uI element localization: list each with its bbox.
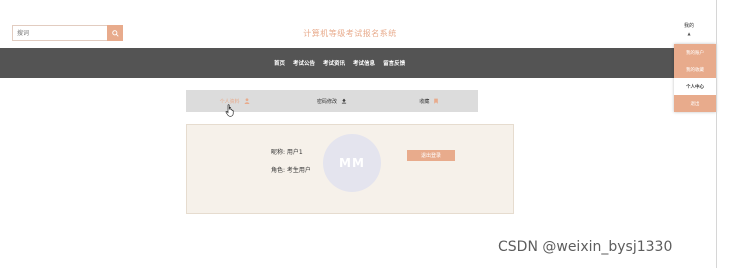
tab-change-password[interactable]: 密码修改 <box>283 90 380 112</box>
caret-up-icon: ▲ <box>687 31 691 36</box>
menu-item-personal-center[interactable]: 个人中心 <box>674 78 716 95</box>
page: 计算机等级考试报名系统 首页 考试公告 考试资讯 考试信息 留言反馈 我的 ▲ … <box>0 0 732 268</box>
profile-panel: 昵称: 用户1 角色: 考生用户 MM 退出登录 <box>186 124 514 214</box>
user-menu-trigger[interactable]: 我的 ▲ <box>678 22 700 36</box>
watermark: CSDN @weixin_bysj1330 <box>498 239 673 255</box>
tab-change-password-label: 密码修改 <box>316 98 337 105</box>
menu-item-my-favorites[interactable]: 我的收藏 <box>674 61 716 78</box>
nav-item-feedback[interactable]: 留言反馈 <box>383 59 405 67</box>
user-menu-trigger-label: 我的 <box>683 23 694 29</box>
search-button[interactable] <box>107 25 123 41</box>
search-input[interactable] <box>12 25 108 41</box>
menu-item-my-account[interactable]: 我的账户 <box>674 44 716 61</box>
hand-cursor-icon <box>225 104 234 117</box>
user-icon <box>244 98 250 104</box>
scrollbar-edge <box>716 0 717 268</box>
nav-item-home[interactable]: 首页 <box>274 59 285 67</box>
profile-nickname: 昵称: 用户1 <box>271 149 303 156</box>
user-dropdown-menu: 我的账户 我的收藏 个人中心 退出 <box>674 44 716 112</box>
nav-item-exam-info[interactable]: 考试信息 <box>353 59 375 67</box>
logout-button[interactable]: 退出登录 <box>407 150 455 161</box>
search-icon <box>111 29 119 37</box>
tab-favorites[interactable]: 收藏 <box>381 90 478 112</box>
main-nav-menu: 首页 考试公告 考试资讯 考试信息 留言反馈 <box>274 48 405 78</box>
bookmark-icon <box>434 98 439 104</box>
tab-favorites-label: 收藏 <box>419 98 430 105</box>
menu-item-logout[interactable]: 退出 <box>674 95 716 112</box>
profile-role: 角色: 考生用户 <box>271 167 311 174</box>
nav-item-exam-notices[interactable]: 考试公告 <box>293 59 315 67</box>
upload-icon <box>341 98 347 104</box>
site-title: 计算机等级考试报名系统 <box>303 29 397 38</box>
avatar: MM <box>323 134 381 192</box>
nav-item-exam-news[interactable]: 考试资讯 <box>323 59 345 67</box>
